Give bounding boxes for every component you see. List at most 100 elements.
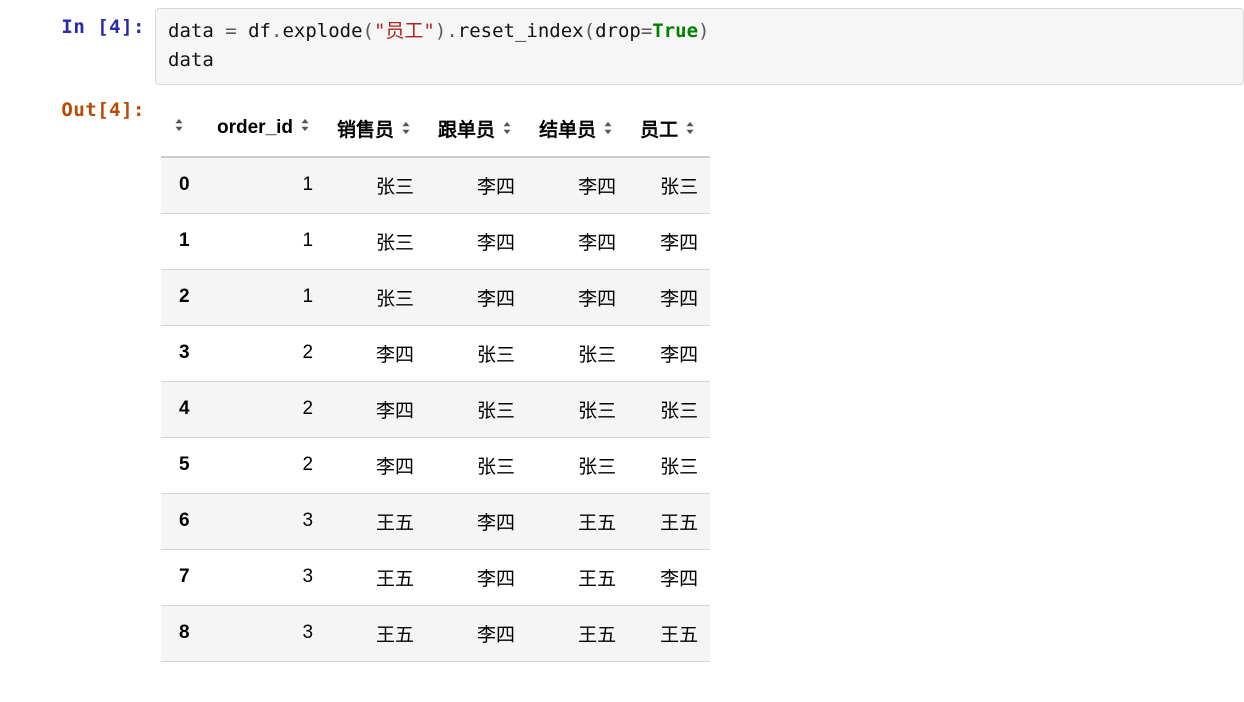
code-token: drop bbox=[595, 20, 641, 42]
dataframe-cell: 李四 bbox=[426, 269, 527, 325]
input-prompt: In [4]: bbox=[0, 8, 155, 38]
dataframe-table: order_id 销售员 跟单员 结单员 员工 01张三李四李四张三11张三李四… bbox=[161, 101, 710, 662]
dataframe-cell: 李四 bbox=[426, 605, 527, 661]
dataframe-cell: 张三 bbox=[426, 437, 527, 493]
dataframe-cell: 3 bbox=[205, 549, 325, 605]
dataframe-col-header[interactable]: 员工 bbox=[628, 101, 710, 157]
dataframe-row-index: 3 bbox=[161, 325, 205, 381]
dataframe-col-label: 跟单员 bbox=[438, 120, 495, 141]
sort-icon[interactable] bbox=[400, 121, 414, 135]
code-token: ) bbox=[435, 20, 446, 42]
dataframe-col-label: 结单员 bbox=[539, 120, 596, 141]
dataframe-header-row: order_id 销售员 跟单员 结单员 员工 bbox=[161, 101, 710, 157]
table-row: 52李四张三张三张三 bbox=[161, 437, 710, 493]
dataframe-cell: 3 bbox=[205, 493, 325, 549]
dataframe-cell: 1 bbox=[205, 213, 325, 269]
input-cell: In [4]: data = df.explode("员工").reset_in… bbox=[0, 8, 1244, 85]
sort-icon[interactable] bbox=[299, 118, 313, 132]
code-token: explode bbox=[282, 20, 362, 42]
dataframe-cell: 张三 bbox=[325, 213, 426, 269]
code-token: ) bbox=[698, 20, 709, 42]
dataframe-cell: 张三 bbox=[426, 325, 527, 381]
dataframe-col-header[interactable]: 跟单员 bbox=[426, 101, 527, 157]
dataframe-col-header[interactable]: 销售员 bbox=[325, 101, 426, 157]
dataframe-cell: 张三 bbox=[426, 381, 527, 437]
dataframe-col-label: 员工 bbox=[640, 120, 678, 141]
notebook: In [4]: data = df.explode("员工").reset_in… bbox=[0, 0, 1244, 698]
dataframe-cell: 2 bbox=[205, 437, 325, 493]
dataframe-cell: 王五 bbox=[527, 549, 628, 605]
dataframe-row-index: 4 bbox=[161, 381, 205, 437]
dataframe-cell: 2 bbox=[205, 381, 325, 437]
code-block[interactable]: data = df.explode("员工").reset_index(drop… bbox=[168, 17, 1231, 76]
code-token: . bbox=[271, 20, 282, 42]
table-row: 42李四张三张三张三 bbox=[161, 381, 710, 437]
dataframe-cell: 李四 bbox=[426, 493, 527, 549]
code-token: . bbox=[446, 20, 457, 42]
dataframe-cell: 李四 bbox=[325, 437, 426, 493]
dataframe-cell: 王五 bbox=[325, 549, 426, 605]
dataframe-row-index: 2 bbox=[161, 269, 205, 325]
code-token: = bbox=[225, 20, 236, 42]
sort-icon[interactable] bbox=[602, 121, 616, 135]
code-token: ( bbox=[363, 20, 374, 42]
dataframe-col-label: order_id bbox=[217, 117, 293, 138]
code-token: True bbox=[652, 20, 698, 42]
dataframe-body: 01张三李四李四张三11张三李四李四李四21张三李四李四李四32李四张三张三李四… bbox=[161, 157, 710, 662]
dataframe-cell: 张三 bbox=[527, 325, 628, 381]
dataframe-col-header[interactable]: 结单员 bbox=[527, 101, 628, 157]
dataframe-cell: 李四 bbox=[527, 157, 628, 214]
dataframe-cell: 张三 bbox=[628, 157, 710, 214]
code-token: reset_index bbox=[458, 20, 584, 42]
dataframe-cell: 李四 bbox=[325, 381, 426, 437]
dataframe-row-index: 0 bbox=[161, 157, 205, 214]
table-row: 21张三李四李四李四 bbox=[161, 269, 710, 325]
dataframe-cell: 王五 bbox=[325, 493, 426, 549]
dataframe-cell: 张三 bbox=[628, 381, 710, 437]
dataframe-cell: 3 bbox=[205, 605, 325, 661]
dataframe-row-index: 6 bbox=[161, 493, 205, 549]
dataframe-row-index: 8 bbox=[161, 605, 205, 661]
output-cell: Out[4]: order_id 销售员 跟单员 结单员 员工 01张三李四李四… bbox=[0, 91, 1244, 662]
dataframe-cell: 王五 bbox=[325, 605, 426, 661]
dataframe-row-index: 1 bbox=[161, 213, 205, 269]
dataframe-row-index: 7 bbox=[161, 549, 205, 605]
table-row: 32李四张三张三李四 bbox=[161, 325, 710, 381]
dataframe-cell: 张三 bbox=[628, 437, 710, 493]
table-row: 63王五李四王五王五 bbox=[161, 493, 710, 549]
dataframe-col-label: 销售员 bbox=[337, 120, 394, 141]
sort-icon[interactable] bbox=[684, 121, 698, 135]
code-token: data bbox=[168, 20, 225, 42]
dataframe-cell: 李四 bbox=[426, 213, 527, 269]
dataframe-cell: 王五 bbox=[527, 605, 628, 661]
dataframe-cell: 王五 bbox=[628, 605, 710, 661]
dataframe-cell: 李四 bbox=[325, 325, 426, 381]
dataframe-cell: 李四 bbox=[628, 549, 710, 605]
dataframe-output: order_id 销售员 跟单员 结单员 员工 01张三李四李四张三11张三李四… bbox=[155, 91, 1244, 662]
dataframe-cell: 李四 bbox=[628, 269, 710, 325]
code-token: df bbox=[237, 20, 271, 42]
sort-icon[interactable] bbox=[173, 118, 187, 132]
dataframe-cell: 李四 bbox=[527, 269, 628, 325]
dataframe-cell: 李四 bbox=[628, 325, 710, 381]
sort-icon[interactable] bbox=[501, 121, 515, 135]
dataframe-cell: 王五 bbox=[628, 493, 710, 549]
dataframe-cell: 李四 bbox=[527, 213, 628, 269]
dataframe-col-header[interactable]: order_id bbox=[205, 101, 325, 157]
table-row: 73王五李四王五李四 bbox=[161, 549, 710, 605]
dataframe-row-index: 5 bbox=[161, 437, 205, 493]
table-row: 83王五李四王五王五 bbox=[161, 605, 710, 661]
dataframe-cell: 李四 bbox=[426, 549, 527, 605]
code-token: "员工" bbox=[374, 20, 435, 42]
dataframe-cell: 张三 bbox=[527, 437, 628, 493]
dataframe-cell: 李四 bbox=[628, 213, 710, 269]
dataframe-cell: 李四 bbox=[426, 157, 527, 214]
dataframe-cell: 王五 bbox=[527, 493, 628, 549]
code-token: data bbox=[168, 49, 214, 71]
dataframe-index-header[interactable] bbox=[161, 101, 205, 157]
dataframe-cell: 1 bbox=[205, 157, 325, 214]
code-token: ( bbox=[584, 20, 595, 42]
table-row: 11张三李四李四李四 bbox=[161, 213, 710, 269]
code-cell[interactable]: data = df.explode("员工").reset_index(drop… bbox=[155, 8, 1244, 85]
table-row: 01张三李四李四张三 bbox=[161, 157, 710, 214]
